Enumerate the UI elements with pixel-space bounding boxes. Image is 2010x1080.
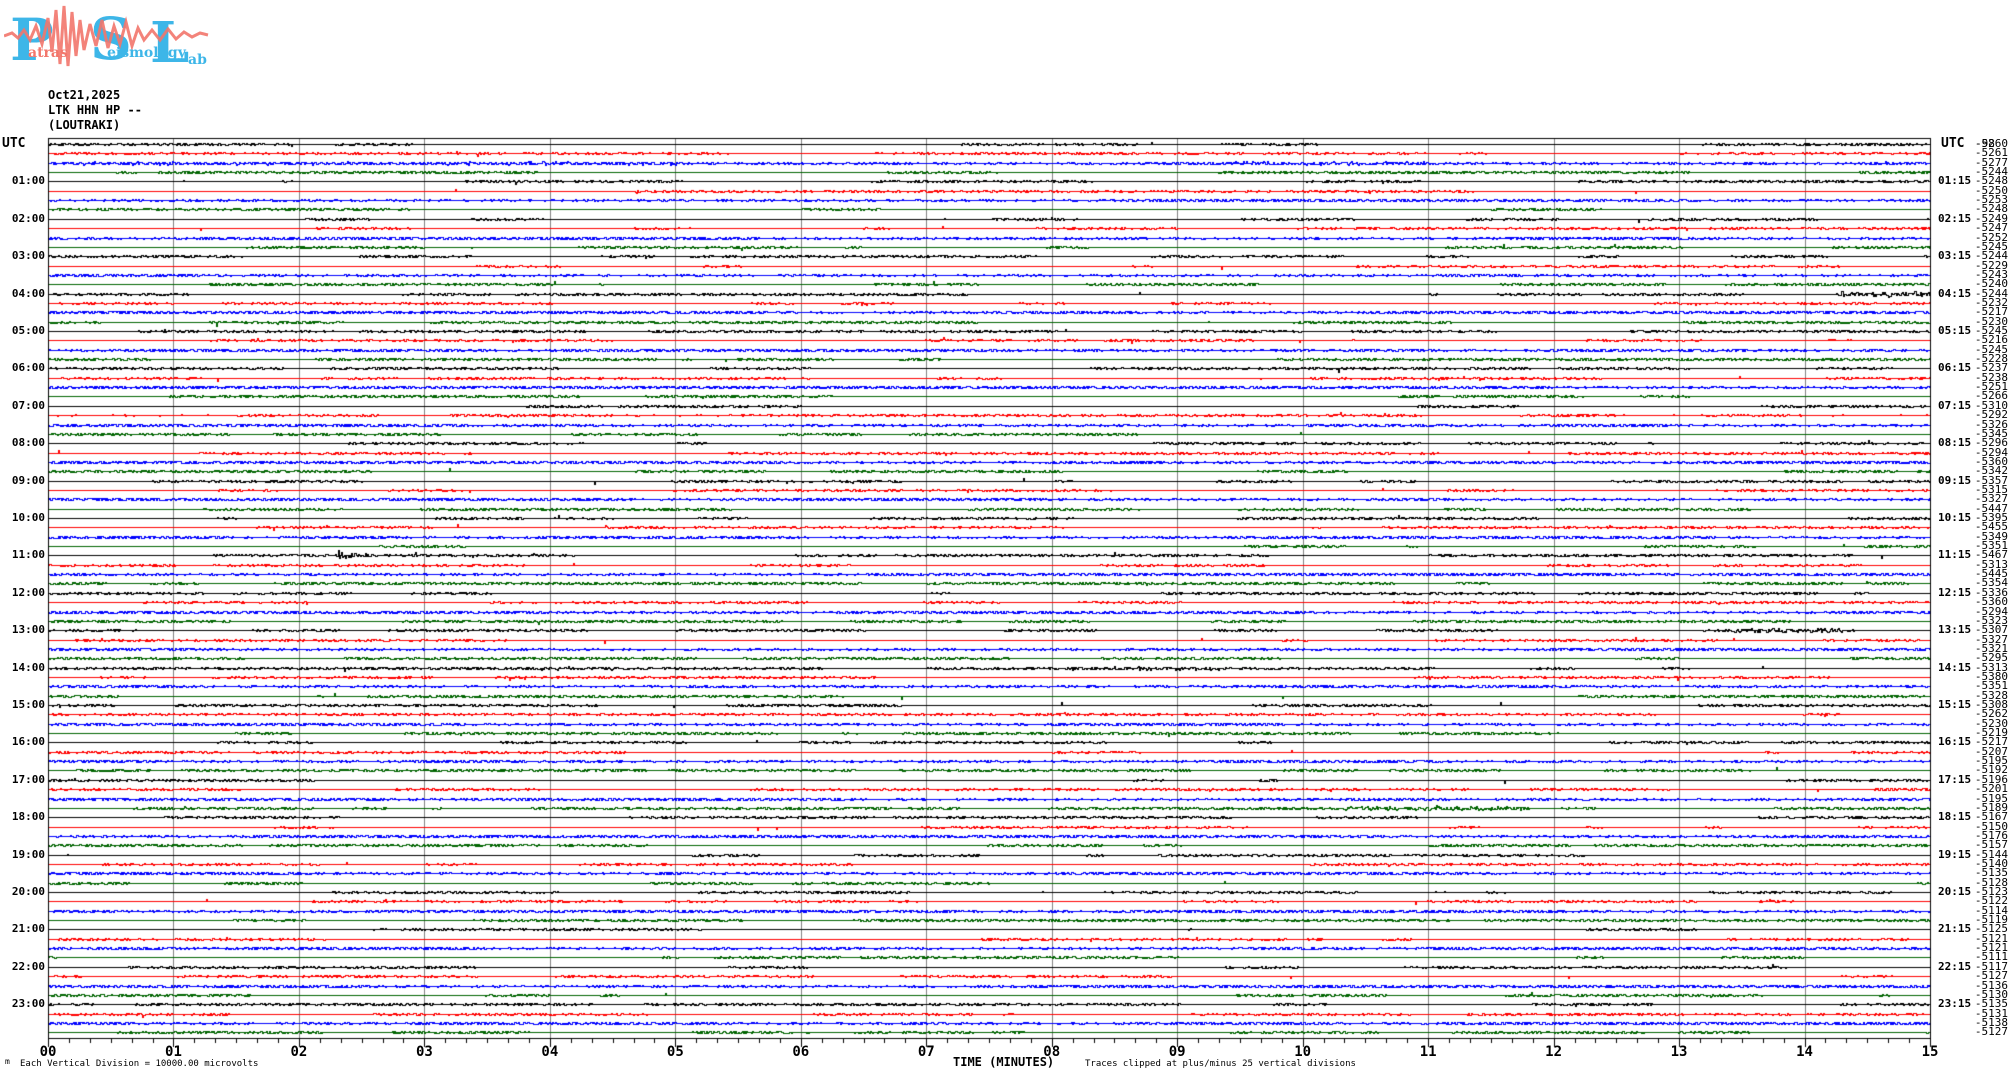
minute-label: 14 (1785, 1044, 1825, 1060)
hour-label-left: 03:00 (0, 250, 45, 262)
minute-label: 10 (1283, 1044, 1323, 1060)
minute-label: 09 (1157, 1044, 1197, 1060)
logo-word-ab: ab (188, 52, 207, 68)
minute-label: 11 (1408, 1044, 1448, 1060)
corner-mark: m (5, 1057, 10, 1066)
utc-label-left: UTC (2, 136, 25, 151)
helicorder-plot-canvas (0, 0, 2010, 1080)
header-location: (LOUTRAKI) (48, 118, 120, 133)
hour-label-left: 09:00 (0, 475, 45, 487)
trace-offset-value: -5127 (1964, 1027, 2008, 1036)
minute-label: 03 (404, 1044, 444, 1060)
minute-label: 01 (153, 1044, 193, 1060)
hour-label-left: 12:00 (0, 587, 45, 599)
hour-label-left: 15:00 (0, 699, 45, 711)
clip-note: Traces clipped at plus/minus 25 vertical… (1085, 1059, 1356, 1069)
minute-label: 06 (781, 1044, 821, 1060)
hour-label-left: 14:00 (0, 662, 45, 674)
hour-label-left: 02:00 (0, 213, 45, 225)
hour-label-left: 19:00 (0, 849, 45, 861)
psl-logo: P S L atras eismology ab (4, 2, 209, 76)
hour-label-left: 13:00 (0, 624, 45, 636)
logo-letter-p: P (10, 6, 54, 74)
logo-word-eismology: eismology (107, 45, 187, 61)
hour-label-left: 22:00 (0, 961, 45, 973)
hour-label-left: 21:00 (0, 923, 45, 935)
hour-label-left: 11:00 (0, 549, 45, 561)
hour-label-left: 07:00 (0, 400, 45, 412)
hour-label-left: 01:00 (0, 175, 45, 187)
header-date: Oct21,2025 (48, 88, 120, 103)
minute-label: 07 (906, 1044, 946, 1060)
hour-label-left: 05:00 (0, 325, 45, 337)
minute-label: 05 (655, 1044, 695, 1060)
time-axis-title: TIME (MINUTES) (953, 1055, 1054, 1069)
hour-label-left: 17:00 (0, 774, 45, 786)
hour-label-left: 16:00 (0, 736, 45, 748)
hour-label-left: 23:00 (0, 998, 45, 1010)
offset-overlap-value: -98 (1975, 139, 1995, 148)
minute-label: 12 (1534, 1044, 1574, 1060)
logo-letter-l: L (150, 10, 189, 76)
minute-label: 04 (530, 1044, 570, 1060)
hour-label-left: 18:00 (0, 811, 45, 823)
hour-label-left: 08:00 (0, 437, 45, 449)
hour-label-left: 10:00 (0, 512, 45, 524)
hour-label-left: 20:00 (0, 886, 45, 898)
minute-label: 13 (1659, 1044, 1699, 1060)
helicorder-page: P S L atras eismology ab Oct21,2025 LTK … (0, 0, 2010, 1080)
minute-label: 02 (279, 1044, 319, 1060)
header-station: LTK HHN HP -- (48, 103, 142, 118)
scale-note: Each Vertical Division = 10000.00 microv… (20, 1059, 258, 1069)
utc-label-right: UTC (1941, 136, 1964, 151)
minute-label: 00 (28, 1044, 68, 1060)
hour-label-left: 06:00 (0, 362, 45, 374)
minute-label: 15 (1910, 1044, 1950, 1060)
logo-word-atras: atras (28, 45, 68, 61)
hour-label-left: 04:00 (0, 288, 45, 300)
